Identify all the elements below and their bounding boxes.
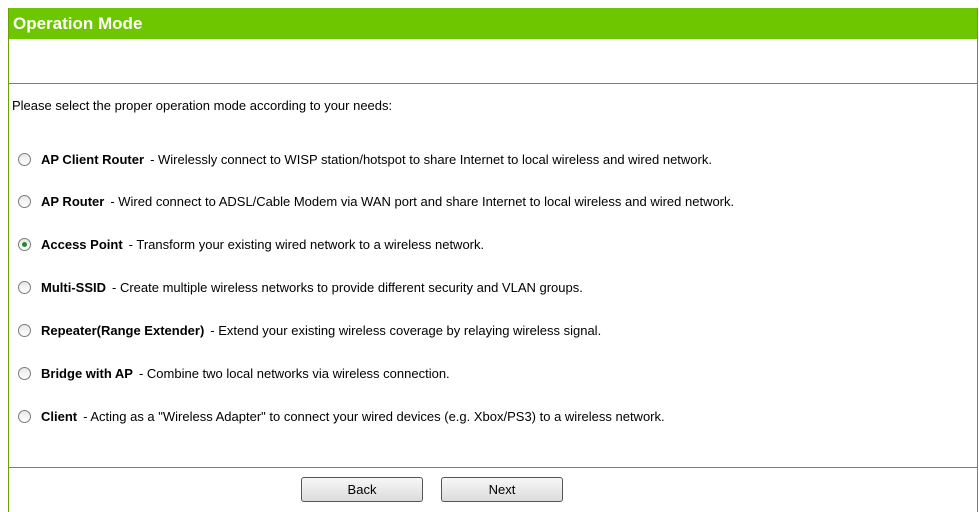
mode-description: - Combine two local networks via wireles… <box>138 365 450 381</box>
operation-mode-panel: Operation Mode Please select the proper … <box>8 8 978 512</box>
mode-option-repeater[interactable]: Repeater(Range Extender) - Extend your e… <box>18 320 601 340</box>
mode-name: Access Point <box>41 236 123 252</box>
mode-option-ap-client-router[interactable]: AP Client Router - Wirelessly connect to… <box>18 149 712 169</box>
mode-name: Repeater(Range Extender) <box>41 322 205 338</box>
mode-name: Multi-SSID <box>41 279 106 295</box>
next-button[interactable]: Next <box>441 477 563 502</box>
mode-description: - Acting as a "Wireless Adapter" to conn… <box>83 408 665 424</box>
radio-button-icon[interactable] <box>18 366 31 380</box>
radio-button-selected-icon[interactable] <box>18 237 31 251</box>
mode-description: - Transform your existing wired network … <box>128 236 485 252</box>
mode-name: Bridge with AP <box>41 365 133 381</box>
instruction-text: Please select the proper operation mode … <box>12 98 393 113</box>
mode-option-client[interactable]: Client - Acting as a "Wireless Adapter" … <box>18 406 665 426</box>
bottom-divider <box>9 467 977 468</box>
mode-option-multi-ssid[interactable]: Multi-SSID - Create multiple wireless ne… <box>18 277 583 297</box>
radio-button-icon[interactable] <box>18 280 31 294</box>
mode-option-access-point[interactable]: Access Point - Transform your existing w… <box>18 234 484 254</box>
top-divider <box>9 83 977 84</box>
mode-description: - Wired connect to ADSL/Cable Modem via … <box>110 193 735 209</box>
page-title: Operation Mode <box>9 8 977 39</box>
mode-description: - Create multiple wireless networks to p… <box>112 279 583 295</box>
mode-option-ap-router[interactable]: AP Router - Wired connect to ADSL/Cable … <box>18 191 734 211</box>
mode-description: - Extend your existing wireless coverage… <box>210 322 602 338</box>
back-button[interactable]: Back <box>301 477 423 502</box>
mode-name: AP Router <box>41 193 105 209</box>
mode-name: AP Client Router <box>41 151 145 167</box>
radio-button-icon[interactable] <box>18 194 31 208</box>
mode-option-bridge-with-ap[interactable]: Bridge with AP - Combine two local netwo… <box>18 363 450 383</box>
mode-description: - Wirelessly connect to WISP station/hot… <box>150 151 712 167</box>
mode-name: Client <box>41 408 78 424</box>
radio-button-icon[interactable] <box>18 152 31 166</box>
radio-button-icon[interactable] <box>18 323 31 337</box>
radio-button-icon[interactable] <box>18 409 31 423</box>
